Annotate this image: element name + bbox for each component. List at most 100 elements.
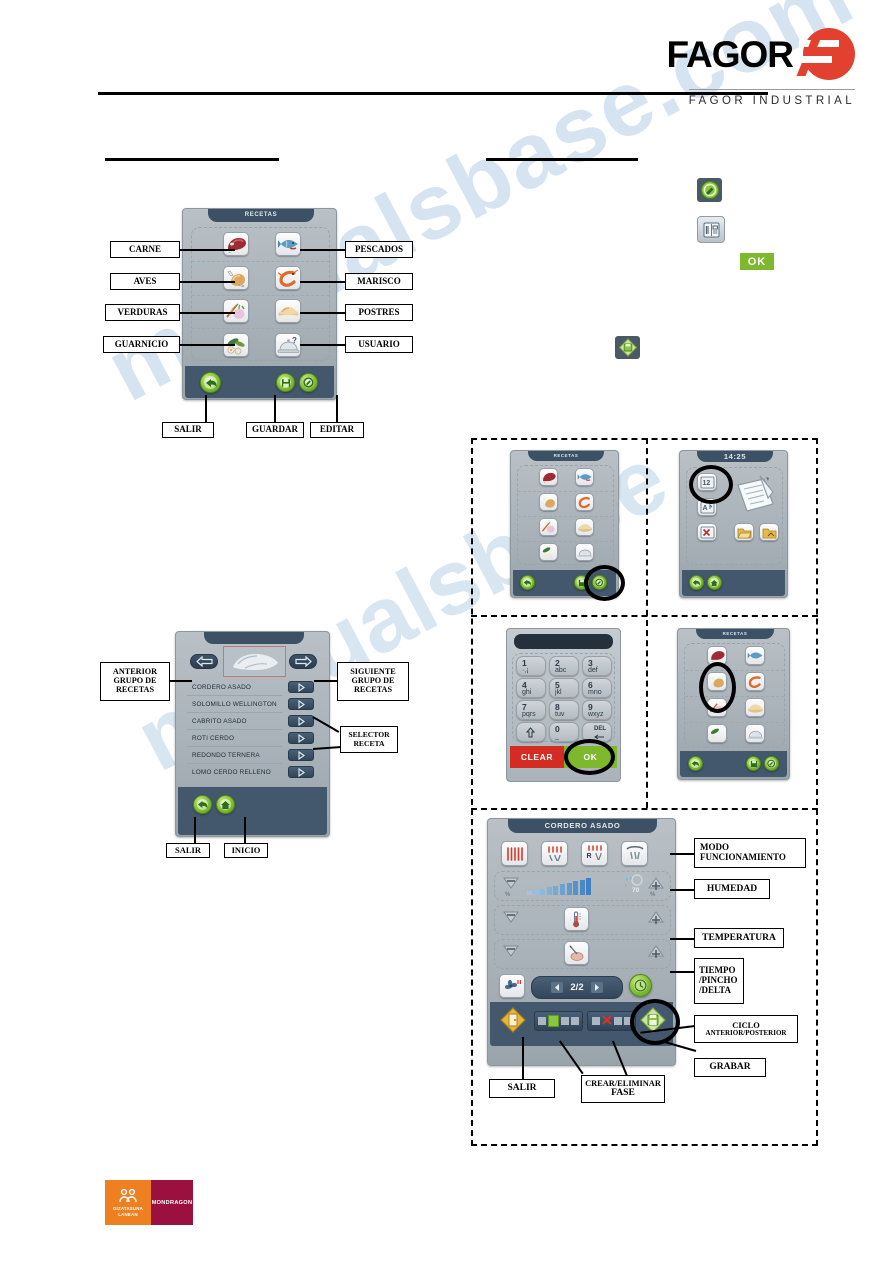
recipe-book-icon-swatch[interactable] <box>697 216 725 243</box>
phase-label-line2: FASE <box>611 1087 635 1099</box>
save-button[interactable] <box>746 756 761 771</box>
recipe-list-item[interactable]: ROTI CERDO <box>187 730 282 747</box>
key-4[interactable]: 4 ghi <box>516 678 546 698</box>
create-phase-button[interactable] <box>534 1011 583 1031</box>
label-selector-receta: SELECTOR RECETA <box>340 726 398 753</box>
humidity-increase-button[interactable]: % <box>646 875 666 898</box>
delete-phase-button[interactable] <box>587 1011 636 1031</box>
edit-button[interactable] <box>764 756 779 771</box>
category-tile-marisco[interactable] <box>575 493 594 511</box>
cycle-prev-button[interactable] <box>551 982 564 993</box>
exit-button[interactable] <box>200 372 221 393</box>
ok-label: OK <box>747 255 767 268</box>
recipe-list-item[interactable]: SOLOMILLO WELLINGTON <box>187 696 282 713</box>
label-guardar: GUARDAR <box>246 422 304 438</box>
save-diamond-icon-swatch[interactable] <box>615 336 640 359</box>
delete-icon[interactable] <box>697 523 717 541</box>
cycle-next-button[interactable] <box>590 982 603 993</box>
time-decrease-button[interactable] <box>501 943 521 964</box>
recipe-list-item[interactable]: CABRITO ASADO <box>187 713 282 730</box>
recipe-select-button[interactable] <box>288 681 314 693</box>
category-tile-marisco[interactable] <box>275 266 301 290</box>
folder-open-icon[interactable] <box>734 523 754 541</box>
key-3[interactable]: 3 def <box>582 656 612 676</box>
timer-button[interactable] <box>629 974 652 997</box>
recipe-select-button[interactable] <box>288 715 314 727</box>
clear-button[interactable]: CLEAR <box>510 746 564 768</box>
category-tile-aves[interactable] <box>539 493 558 511</box>
mode-steam-convection-icon[interactable] <box>541 841 568 866</box>
probe-icon[interactable] <box>564 941 589 965</box>
key-9[interactable]: 9 wxyz <box>582 700 612 720</box>
humidity-decrease-button[interactable]: % <box>501 875 521 898</box>
recipe-list-item[interactable]: CORDERO ASADO <box>187 679 282 696</box>
category-tile-pescados[interactable] <box>745 646 765 665</box>
ok-key-highlight <box>564 739 615 775</box>
exit-button[interactable] <box>688 756 703 771</box>
svg-text:%: % <box>505 892 511 897</box>
category-tile-verduras[interactable] <box>223 299 249 323</box>
key-5[interactable]: 5 jkl <box>549 678 579 698</box>
ok-button-swatch[interactable]: OK <box>740 253 774 270</box>
category-tile-usuario[interactable] <box>575 543 594 561</box>
recipe-list-item[interactable]: REDONDO TERNERA <box>187 747 282 764</box>
category-tile-pescados[interactable] <box>575 468 594 486</box>
folder-save-icon[interactable] <box>759 523 779 541</box>
category-tile-postres[interactable] <box>275 299 301 323</box>
key-1[interactable]: 1 ·,¡ <box>516 656 546 676</box>
fan-icon[interactable] <box>499 974 525 998</box>
category-tile-usuario[interactable]: ? <box>275 333 301 357</box>
exit-button[interactable] <box>689 575 704 590</box>
label-anterior-grupo: ANTERIOR GRUPO DE RECETAS <box>100 662 170 701</box>
category-tile-guarnicio[interactable] <box>707 724 727 743</box>
recipe-list-item[interactable]: LOMO CERDO RELLENO <box>187 764 282 781</box>
save-button[interactable] <box>276 373 295 392</box>
temperature-decrease-button[interactable] <box>501 909 521 930</box>
category-tile-carne[interactable] <box>223 232 249 256</box>
key-2[interactable]: 2 abc <box>549 656 579 676</box>
key-7[interactable]: 7 pqrs <box>516 700 546 720</box>
prev-group-button[interactable] <box>190 654 218 669</box>
category-tile-marisco[interactable] <box>745 672 765 691</box>
home-button[interactable] <box>216 795 235 814</box>
flow-panel1-title: RECETAS <box>528 451 604 461</box>
key-shift[interactable] <box>516 722 546 742</box>
category-tile-usuario[interactable] <box>745 724 765 743</box>
category-tile-carne[interactable] <box>539 468 558 486</box>
category-tile-verduras[interactable] <box>539 518 558 536</box>
exit-button[interactable] <box>193 795 212 814</box>
time-increase-button[interactable] <box>646 943 666 964</box>
label-marisco: MARISCO <box>345 273 413 290</box>
recipe-select-button[interactable] <box>288 698 314 710</box>
category-tile-guarnicio[interactable] <box>539 543 558 561</box>
mode-convection-icon[interactable] <box>501 841 528 866</box>
thermometer-icon[interactable] <box>564 907 589 931</box>
detail-screen-title: CORDERO ASADO <box>508 819 657 833</box>
mode-regen-icon[interactable]: R <box>581 841 608 866</box>
exit-button[interactable] <box>520 575 535 590</box>
home-button[interactable] <box>707 575 722 590</box>
edit-button[interactable] <box>299 373 318 392</box>
poultry-tile-highlight <box>699 662 736 713</box>
key-8[interactable]: 8 tuv <box>549 700 579 720</box>
mode-steam-icon[interactable] <box>621 841 648 866</box>
category-tile-aves[interactable] <box>223 266 249 290</box>
recipe-list-screen: CORDERO ASADO SOLOMILLO WELLINGTON CABRI… <box>175 631 330 837</box>
gizatasuna-block: GIZATASUNA LANEAN <box>105 1180 151 1225</box>
key-6[interactable]: 6 mno <box>582 678 612 698</box>
next-group-button[interactable] <box>289 654 317 669</box>
category-tile-postres[interactable] <box>745 698 765 717</box>
exit-button[interactable] <box>500 1007 526 1033</box>
edit-green-icon-swatch[interactable] <box>697 178 722 202</box>
temperature-increase-button[interactable] <box>646 909 666 930</box>
key-letters: mno <box>588 689 602 696</box>
flow-panel2-clock: 14:25 <box>697 451 773 462</box>
category-tile-postres[interactable] <box>575 518 594 536</box>
recipe-select-button[interactable] <box>288 749 314 761</box>
recipe-select-button[interactable] <box>288 766 314 778</box>
category-tile-pescados[interactable] <box>275 232 301 256</box>
recipe-select-button[interactable] <box>288 732 314 744</box>
svg-text:?: ? <box>292 336 297 345</box>
humidity-value-display: 70 <box>621 874 647 898</box>
key-0[interactable]: 0 _ <box>549 722 579 742</box>
